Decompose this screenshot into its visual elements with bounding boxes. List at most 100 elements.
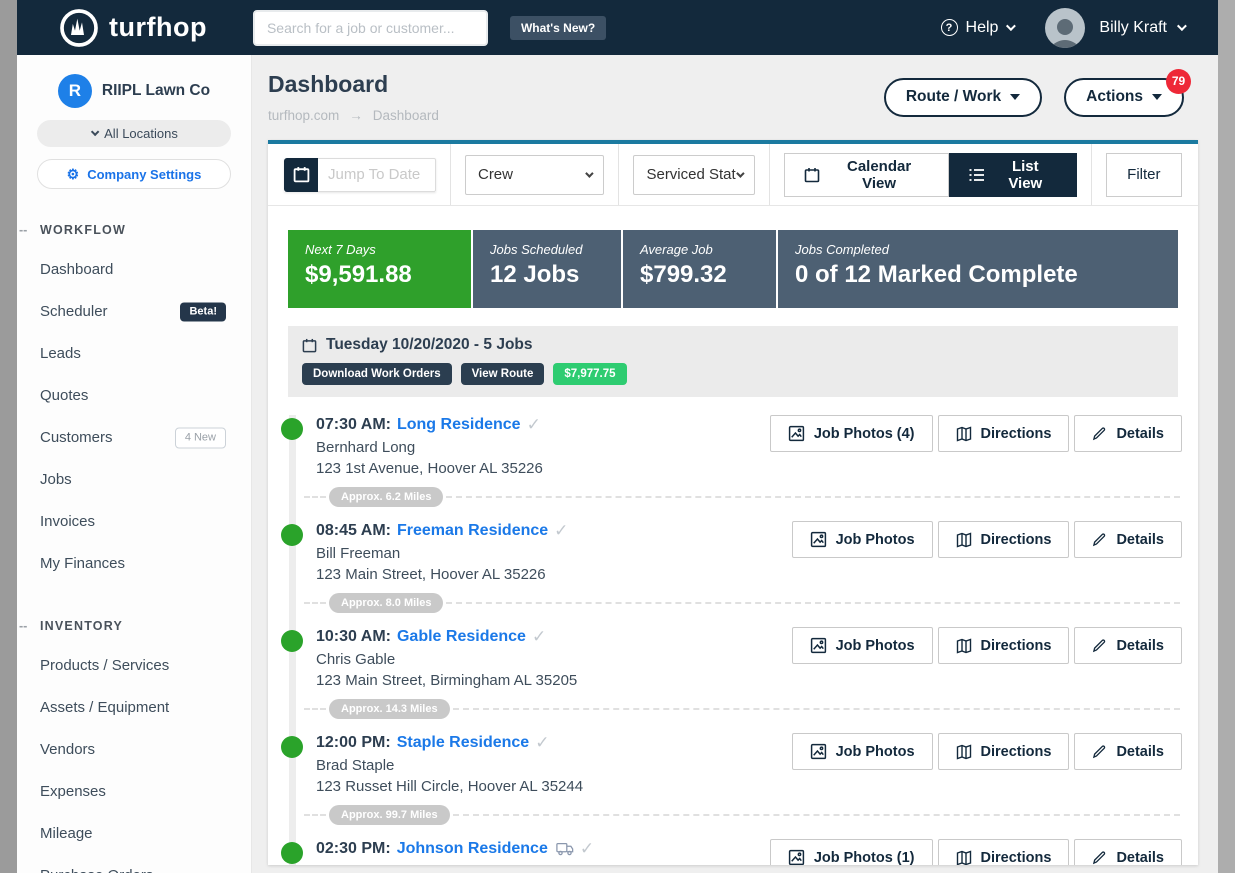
sidebar-item-dashboard[interactable]: Dashboard <box>17 249 251 291</box>
job-photos-button[interactable]: Job Photos <box>792 733 933 770</box>
details-button[interactable]: Details <box>1074 733 1182 770</box>
directions-label: Directions <box>981 426 1052 442</box>
details-label: Details <box>1116 638 1164 654</box>
sidebar-item-assets-equipment[interactable]: Assets / Equipment <box>17 687 251 729</box>
filter-button[interactable]: Filter <box>1106 153 1182 197</box>
sidebar-item-leads[interactable]: Leads <box>17 333 251 375</box>
sidebar-item-quotes[interactable]: Quotes <box>17 375 251 417</box>
directions-label: Directions <box>981 850 1052 866</box>
job-photos-button[interactable]: Job Photos (1) <box>770 839 933 865</box>
user-avatar[interactable] <box>1045 8 1085 48</box>
sidebar-item-customers[interactable]: Customers 4 New <box>17 417 251 459</box>
top-navbar: turfhop What's New? ? Help Billy Kraft <box>17 0 1218 55</box>
job-time: 10:30 AM: <box>316 628 391 646</box>
sidebar-item-jobs[interactable]: Jobs <box>17 459 251 501</box>
new-count-badge: 4 New <box>175 428 226 449</box>
actions-button[interactable]: Actions 79 <box>1064 78 1184 117</box>
job-photos-button[interactable]: Job Photos <box>792 627 933 664</box>
job-status-dot <box>281 736 303 758</box>
pencil-icon <box>1092 850 1107 865</box>
jump-to-date-input[interactable] <box>318 158 436 192</box>
route-work-button[interactable]: Route / Work <box>884 78 1042 117</box>
sidebar-item-label: Mileage <box>40 825 93 842</box>
details-button[interactable]: Details <box>1074 521 1182 558</box>
download-work-orders-button[interactable]: Download Work Orders <box>302 363 452 385</box>
list-view-button[interactable]: List View <box>949 153 1077 197</box>
date-picker-button[interactable] <box>284 158 318 192</box>
section-header-inventory: INVENTORY <box>17 607 251 645</box>
stat-jobs-completed: Jobs Completed 0 of 12 Marked Complete <box>778 230 1178 308</box>
actions-label: Actions <box>1086 88 1143 106</box>
miles-badge: Approx. 8.0 Miles <box>329 593 443 613</box>
help-label: Help <box>966 19 999 37</box>
chevron-down-icon <box>1177 21 1187 31</box>
sidebar-item-invoices[interactable]: Invoices <box>17 501 251 543</box>
company-settings-button[interactable]: ⚙ Company Settings <box>37 159 231 189</box>
sidebar-item-expenses[interactable]: Expenses <box>17 771 251 813</box>
map-icon <box>956 532 972 548</box>
details-button[interactable]: Details <box>1074 415 1182 452</box>
job-address: 123 Russet Hill Circle, Hoover AL 35244 <box>316 778 1180 795</box>
whats-new-button[interactable]: What's New? <box>510 16 606 40</box>
gear-icon: ⚙ <box>67 167 80 181</box>
job-list: 07:30 AM: Long Residence ✓ Bernhard Long… <box>268 397 1198 865</box>
search-input[interactable] <box>253 10 488 46</box>
map-icon <box>956 744 972 760</box>
job-name-link[interactable]: Long Residence <box>397 416 521 434</box>
company-header: R RIIPL Lawn Co <box>17 74 251 108</box>
map-icon <box>956 638 972 654</box>
sidebar-item-scheduler[interactable]: Scheduler Beta! <box>17 291 251 333</box>
user-menu[interactable]: Billy Kraft <box>1099 19 1184 37</box>
chevron-down-icon <box>91 127 99 135</box>
crew-select[interactable]: Crew <box>465 155 605 195</box>
directions-button[interactable]: Directions <box>938 627 1070 664</box>
chevron-down-icon <box>586 169 594 177</box>
brand-name: turfhop <box>109 12 207 43</box>
job-row: 08:45 AM: Freeman Residence ✓ Bill Freem… <box>268 511 1198 617</box>
details-button[interactable]: Details <box>1074 839 1182 865</box>
directions-button[interactable]: Directions <box>938 415 1070 452</box>
sidebar-item-purchase-orders[interactable]: Purchase Orders <box>17 855 251 873</box>
job-address: 123 Main Street, Birmingham AL 35205 <box>316 672 1180 689</box>
stats-bar: Next 7 Days $9,591.88 Jobs Scheduled 12 … <box>288 230 1178 308</box>
sidebar-item-label: Jobs <box>40 471 72 488</box>
photo-icon <box>810 531 827 548</box>
sidebar-item-mileage[interactable]: Mileage <box>17 813 251 855</box>
details-label: Details <box>1116 532 1164 548</box>
job-name-link[interactable]: Gable Residence <box>397 628 526 646</box>
job-photos-label: Job Photos <box>836 532 915 548</box>
right-scrollbar[interactable] <box>1218 0 1235 873</box>
locations-dropdown[interactable]: All Locations <box>37 120 231 147</box>
pencil-icon <box>1092 532 1107 547</box>
help-menu[interactable]: ? Help <box>941 19 1014 37</box>
brand-logo: turfhop <box>59 8 207 48</box>
calendar-view-button[interactable]: Calendar View <box>784 153 949 197</box>
directions-label: Directions <box>981 532 1052 548</box>
view-route-button[interactable]: View Route <box>461 363 545 385</box>
sidebar-item-products-services[interactable]: Products / Services <box>17 645 251 687</box>
caret-down-icon <box>1010 94 1020 100</box>
breadcrumb-site[interactable]: turfhop.com <box>268 108 339 123</box>
chevron-down-icon <box>737 169 745 177</box>
directions-button[interactable]: Directions <box>938 839 1070 865</box>
job-name-link[interactable]: Freeman Residence <box>397 522 548 540</box>
details-label: Details <box>1116 426 1164 442</box>
sidebar-item-label: Customers <box>40 429 113 446</box>
sidebar-item-my-finances[interactable]: My Finances <box>17 543 251 585</box>
job-photos-button[interactable]: Job Photos <box>792 521 933 558</box>
directions-button[interactable]: Directions <box>938 521 1070 558</box>
job-photos-button[interactable]: Job Photos (4) <box>770 415 933 452</box>
breadcrumb: turfhop.com → Dashboard <box>268 108 439 123</box>
stat-value: $799.32 <box>640 261 759 289</box>
sidebar-item-label: Scheduler <box>40 303 108 320</box>
stat-label: Jobs Scheduled <box>490 242 604 257</box>
directions-button[interactable]: Directions <box>938 733 1070 770</box>
job-name-link[interactable]: Johnson Residence <box>397 840 548 858</box>
job-name-link[interactable]: Staple Residence <box>397 734 530 752</box>
serviced-status-select[interactable]: Serviced Stat <box>633 155 755 195</box>
sidebar-item-vendors[interactable]: Vendors <box>17 729 251 771</box>
details-button[interactable]: Details <box>1074 627 1182 664</box>
photo-icon <box>810 637 827 654</box>
left-scrollbar[interactable] <box>0 0 17 873</box>
job-photos-label: Job Photos (4) <box>814 426 915 442</box>
